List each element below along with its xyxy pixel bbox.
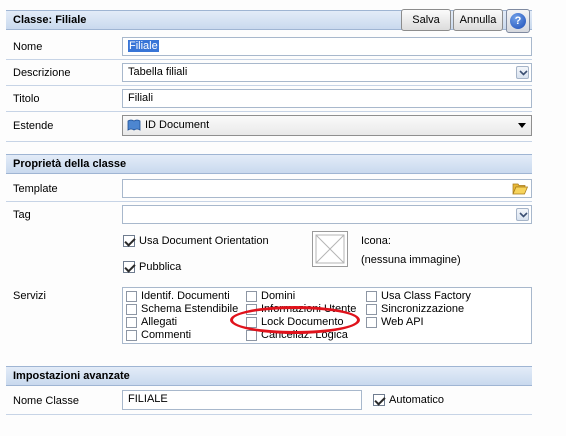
icon-image-placeholder[interactable] bbox=[312, 231, 348, 267]
servizio-checkbox[interactable] bbox=[366, 304, 377, 315]
automatico-checkbox[interactable] bbox=[373, 394, 385, 406]
servizio-checkbox[interactable] bbox=[246, 330, 257, 341]
chevron-down-icon[interactable] bbox=[516, 208, 529, 221]
row-divider bbox=[6, 414, 532, 415]
nome-classe-input[interactable]: FILIALE bbox=[122, 390, 362, 410]
row-divider bbox=[6, 85, 532, 86]
icona-label: Icona: bbox=[361, 235, 391, 247]
servizio-checkbox[interactable] bbox=[126, 291, 137, 302]
servizio-label: Commenti bbox=[141, 329, 192, 341]
row-divider bbox=[6, 59, 532, 60]
estende-select[interactable]: ID Document bbox=[122, 115, 532, 136]
nome-classe-value: FILIALE bbox=[128, 393, 168, 405]
servizio-label: Web API bbox=[381, 316, 424, 328]
descrizione-value: Tabella filiali bbox=[128, 66, 188, 78]
nome-input[interactable]: Filiale bbox=[122, 37, 532, 56]
servizio-checkbox[interactable] bbox=[366, 291, 377, 302]
descrizione-label: Descrizione bbox=[13, 67, 71, 79]
servizio-label: Allegati bbox=[141, 316, 178, 328]
advanced-section-header: Impostazioni avanzate bbox=[6, 366, 532, 386]
servizio-label: Sincronizzazione bbox=[381, 303, 465, 315]
titolo-label: Titolo bbox=[13, 93, 40, 105]
automatico-label: Automatico bbox=[389, 394, 445, 406]
nome-label: Nome bbox=[13, 41, 43, 53]
row-divider bbox=[6, 141, 532, 142]
servizio-checkbox[interactable] bbox=[126, 304, 137, 315]
titolo-value: Filiali bbox=[128, 92, 154, 104]
servizio-label: Domini bbox=[261, 290, 296, 302]
help-icon: ? bbox=[510, 13, 526, 29]
properties-section-header: Proprietà della classe bbox=[6, 154, 532, 174]
tag-select[interactable] bbox=[122, 205, 532, 224]
help-button[interactable]: ? bbox=[506, 9, 530, 33]
estende-label: Estende bbox=[13, 120, 54, 132]
servizio-label: Identif. Documenti bbox=[141, 290, 230, 302]
usa-document-orientation-label: Usa Document Orientation bbox=[139, 235, 269, 247]
nome-value: Filiale bbox=[128, 40, 159, 52]
descrizione-select[interactable]: Tabella filiali bbox=[122, 63, 532, 82]
folder-open-icon[interactable] bbox=[512, 182, 528, 195]
estende-value: ID Document bbox=[145, 119, 210, 131]
tag-label: Tag bbox=[13, 209, 31, 221]
pubblica-label: Pubblica bbox=[139, 261, 182, 273]
book-icon bbox=[127, 119, 141, 131]
dropdown-arrow-icon[interactable] bbox=[518, 123, 526, 128]
servizio-checkbox[interactable] bbox=[246, 291, 257, 302]
pubblica-checkbox[interactable] bbox=[123, 261, 135, 273]
row-divider bbox=[6, 111, 532, 112]
red-annotation-oval bbox=[230, 306, 360, 334]
template-label: Template bbox=[13, 183, 58, 195]
servizio-checkbox[interactable] bbox=[126, 330, 137, 341]
template-input[interactable] bbox=[122, 179, 532, 198]
empty-image-icon bbox=[315, 234, 345, 264]
properties-section-title: Proprietà della classe bbox=[13, 158, 127, 170]
servizio-label: Usa Class Factory bbox=[381, 290, 471, 302]
cancel-button[interactable]: Annulla bbox=[453, 9, 503, 31]
save-button[interactable]: Salva bbox=[401, 9, 451, 31]
nome-classe-label: Nome Classe bbox=[13, 395, 80, 407]
servizi-label: Servizi bbox=[13, 290, 47, 302]
titolo-input[interactable]: Filiali bbox=[122, 89, 532, 108]
servizio-checkbox[interactable] bbox=[126, 317, 137, 328]
class-title: Classe: Filiale bbox=[13, 14, 87, 26]
usa-document-orientation-checkbox[interactable] bbox=[123, 235, 135, 247]
row-divider bbox=[6, 201, 532, 202]
servizio-checkbox[interactable] bbox=[366, 317, 377, 328]
icona-value: (nessuna immagine) bbox=[361, 254, 461, 266]
servizio-label: Schema Estendibile bbox=[141, 303, 239, 315]
chevron-down-icon[interactable] bbox=[516, 66, 529, 79]
advanced-section-title: Impostazioni avanzate bbox=[13, 370, 130, 382]
